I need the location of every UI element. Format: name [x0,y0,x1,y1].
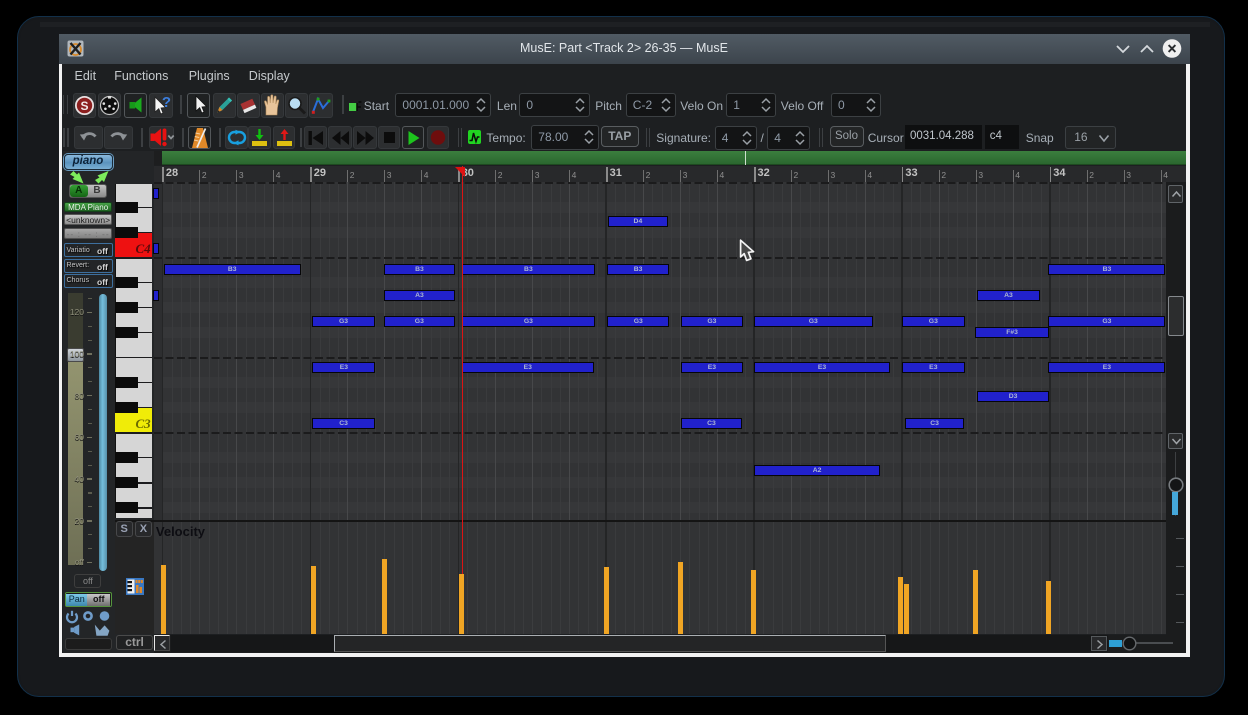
svg-text:S: S [80,99,88,113]
svg-text:?: ? [162,94,171,111]
